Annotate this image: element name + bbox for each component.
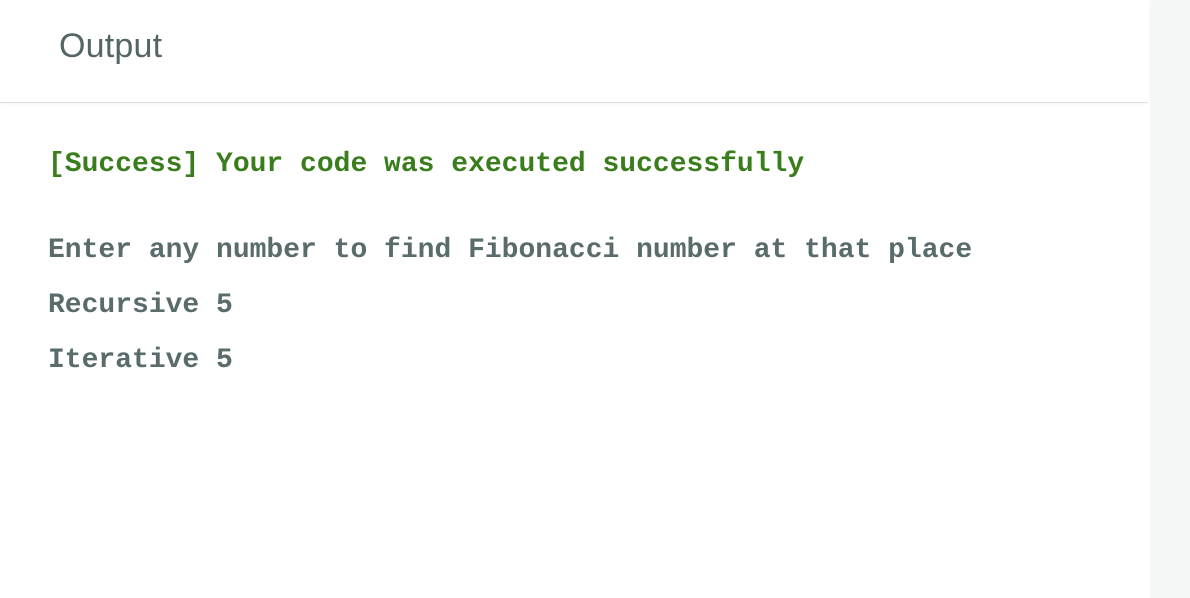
panel-header: Output [0, 0, 1148, 103]
console-output: [Success] Your code was executed success… [48, 140, 972, 376]
output-panel: Output [Success] Your code was executed … [0, 0, 1150, 598]
panel-title: Output [59, 27, 163, 65]
output-line: Iterative 5 [48, 345, 233, 376]
output-line: Enter any number to find Fibonacci numbe… [48, 235, 973, 266]
status-message: [Success] Your code was executed success… [48, 149, 805, 180]
output-line: Recursive 5 [48, 290, 233, 321]
